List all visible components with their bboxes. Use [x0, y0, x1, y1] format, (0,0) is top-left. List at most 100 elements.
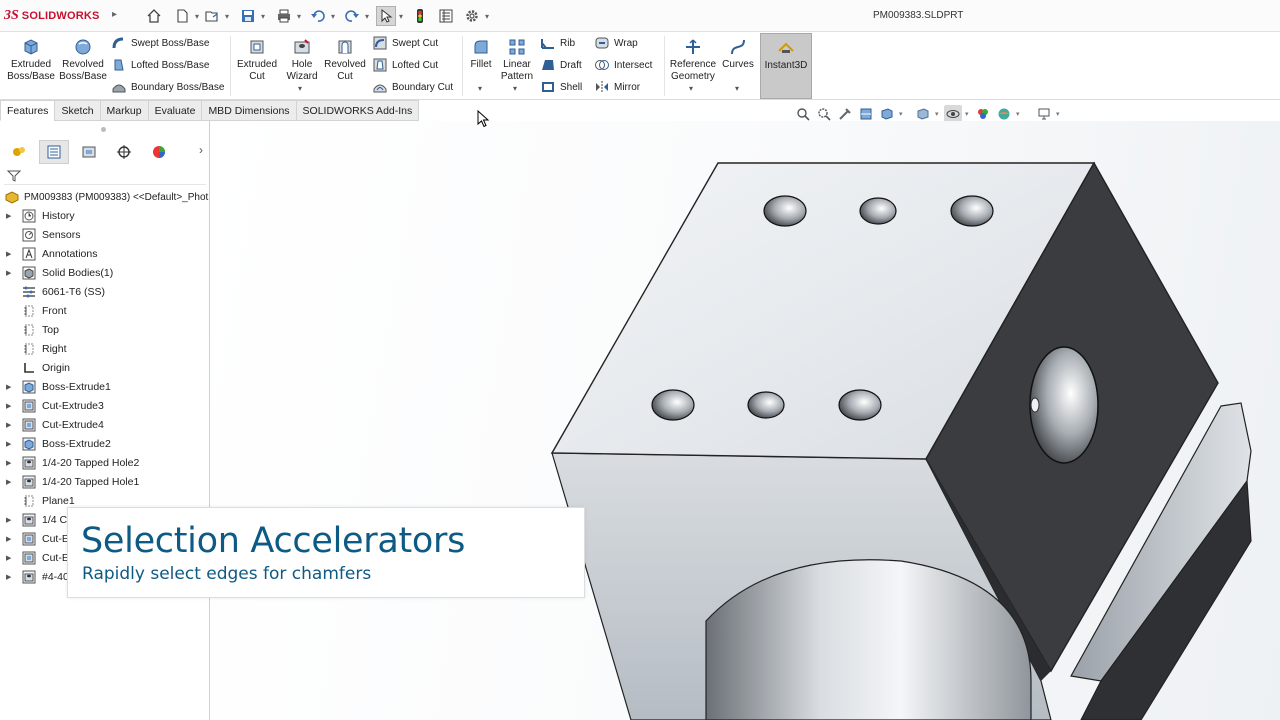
expand-arrow-icon[interactable]: ▶	[6, 421, 15, 429]
draft-button[interactable]: Draft	[540, 56, 582, 74]
tree-item[interactable]: Front	[0, 301, 210, 320]
tree-item[interactable]: ▶ Cut-Extrude3	[0, 396, 210, 415]
tree-item[interactable]: ▶ Boss-Extrude1	[0, 377, 210, 396]
panel-more-tabs-icon[interactable]: ›	[199, 143, 203, 157]
save-icon[interactable]	[238, 6, 258, 26]
tree-item[interactable]: ▶ Cut-Extrude4	[0, 415, 210, 434]
tree-item[interactable]: ▶ Boss-Extrude2	[0, 434, 210, 453]
expand-arrow-icon[interactable]: ▶	[6, 212, 15, 220]
display-style-dropdown-icon[interactable]: ▾	[935, 110, 941, 118]
lofted-boss-button[interactable]: Lofted Boss/Base	[111, 56, 209, 74]
tree-item[interactable]: ▶ Annotations	[0, 244, 210, 263]
expand-arrow-icon[interactable]: ▶	[6, 269, 15, 277]
tree-item[interactable]: Sensors	[0, 225, 210, 244]
solidworks-logo[interactable]: 3S SOLIDWORKS	[4, 8, 100, 24]
instant3d-button[interactable]: Instant3D	[760, 33, 812, 99]
tree-item[interactable]: ▶ 1/4-20 Tapped Hole1	[0, 472, 210, 491]
tab-features[interactable]: Features	[0, 100, 56, 121]
tab-sketch[interactable]: Sketch	[54, 100, 101, 121]
home-icon[interactable]	[144, 6, 164, 26]
options-dropdown-icon[interactable]: ▾	[482, 12, 492, 21]
save-dropdown-icon[interactable]: ▾	[258, 12, 268, 21]
curves-button[interactable]: Curves	[720, 34, 756, 71]
expand-arrow-icon[interactable]: ▶	[6, 516, 15, 524]
extruded-cut-button[interactable]: Extruded Cut	[234, 34, 280, 83]
extruded-boss-button[interactable]: Extruded Boss/Base	[6, 34, 56, 83]
fillet-dropdown-icon[interactable]: ▾	[478, 84, 482, 93]
view-orientation-dropdown-icon[interactable]: ▾	[899, 110, 905, 118]
expand-arrow-icon[interactable]: ▶	[6, 402, 15, 410]
curves-dropdown-icon[interactable]: ▾	[735, 84, 739, 93]
tree-item[interactable]: Origin	[0, 358, 210, 377]
fillet-button[interactable]: Fillet	[466, 34, 496, 71]
open-dropdown-icon[interactable]: ▾	[222, 12, 232, 21]
tree-item[interactable]: ▶ History	[0, 206, 210, 225]
swept-boss-button[interactable]: Swept Boss/Base	[111, 34, 209, 52]
open-icon[interactable]	[202, 6, 222, 26]
display-manager-tab-icon[interactable]	[144, 140, 174, 164]
shell-button[interactable]: Shell	[540, 78, 582, 96]
tapped-hole-side[interactable]	[1030, 397, 1040, 413]
tree-root-part[interactable]: PM009383 (PM009383) <<Default>_Phot	[4, 189, 209, 205]
select-dropdown-icon[interactable]: ▾	[396, 12, 406, 21]
expand-arrow-icon[interactable]: ▶	[6, 440, 15, 448]
expand-arrow-icon[interactable]: ▶	[6, 459, 15, 467]
undo-icon[interactable]	[308, 6, 328, 26]
hole-dropdown-icon[interactable]: ▾	[298, 84, 302, 93]
expand-arrow-icon[interactable]: ▶	[6, 573, 15, 581]
lofted-cut-button[interactable]: Lofted Cut	[372, 56, 438, 74]
configuration-manager-tab-icon[interactable]	[74, 140, 104, 164]
wrap-button[interactable]: Wrap	[594, 34, 638, 52]
rib-button[interactable]: Rib	[540, 34, 575, 52]
boundary-cut-button[interactable]: Boundary Cut	[372, 78, 453, 96]
tab-evaluate[interactable]: Evaluate	[147, 100, 203, 121]
redo-icon[interactable]	[342, 6, 362, 26]
panel-grip[interactable]	[101, 127, 106, 132]
file-properties-icon[interactable]	[436, 6, 456, 26]
linear-pattern-button[interactable]: Linear Pattern	[498, 34, 536, 83]
boundary-boss-button[interactable]: Boundary Boss/Base	[111, 78, 224, 96]
expand-arrow-icon[interactable]: ▶	[6, 554, 15, 562]
tree-item[interactable]: ▶ Solid Bodies(1)	[0, 263, 210, 282]
view-settings-dropdown-icon[interactable]: ▾	[1056, 110, 1062, 118]
print-dropdown-icon[interactable]: ▾	[294, 12, 304, 21]
undo-dropdown-icon[interactable]: ▾	[328, 12, 338, 21]
property-manager-tab-icon[interactable]	[39, 140, 69, 164]
expand-arrow-icon[interactable]: ▶	[6, 383, 15, 391]
tab-markup[interactable]: Markup	[99, 100, 149, 121]
swept-cut-button[interactable]: Swept Cut	[372, 34, 438, 52]
pattern-dropdown-icon[interactable]: ▾	[513, 84, 517, 93]
menu-expand-icon[interactable]: ▸	[112, 9, 117, 20]
redo-dropdown-icon[interactable]: ▾	[362, 12, 372, 21]
tab-addins[interactable]: SOLIDWORKS Add-Ins	[295, 100, 420, 121]
revolved-cut-button[interactable]: Revolved Cut	[322, 34, 368, 83]
hole-wizard-button[interactable]: Hole Wizard	[282, 34, 322, 83]
tree-item[interactable]: ▶ 1/4-20 Tapped Hole2	[0, 453, 210, 472]
revolved-boss-button[interactable]: Revolved Boss/Base	[58, 34, 108, 83]
feature-manager-tab-icon[interactable]	[4, 140, 34, 164]
tree-item[interactable]: 6061-T6 (SS)	[0, 282, 210, 301]
new-icon[interactable]	[172, 6, 192, 26]
rebuild-icon[interactable]	[410, 6, 430, 26]
print-icon[interactable]	[274, 6, 294, 26]
tree-item[interactable]: Right	[0, 339, 210, 358]
tab-mbd-dimensions[interactable]: MBD Dimensions	[201, 100, 297, 121]
scene-dropdown-icon[interactable]: ▾	[1016, 110, 1022, 118]
select-icon[interactable]	[376, 6, 396, 26]
tree-item[interactable]: Top	[0, 320, 210, 339]
hide-show-dropdown-icon[interactable]: ▾	[965, 110, 971, 118]
graphics-area[interactable]	[211, 121, 1280, 720]
reference-geometry-button[interactable]: Reference Geometry	[668, 34, 718, 83]
intersect-button[interactable]: Intersect	[594, 56, 652, 74]
reference-dropdown-icon[interactable]: ▾	[689, 84, 693, 93]
tree-filter-bar[interactable]	[4, 167, 206, 185]
new-dropdown-icon[interactable]: ▾	[192, 12, 202, 21]
dimxpert-manager-tab-icon[interactable]	[109, 140, 139, 164]
expand-arrow-icon[interactable]: ▶	[6, 478, 15, 486]
expand-arrow-icon[interactable]: ▶	[6, 250, 15, 258]
expand-arrow-icon[interactable]: ▶	[6, 535, 15, 543]
mirror-button[interactable]: Mirror	[594, 78, 640, 96]
side-bore[interactable]	[1029, 346, 1099, 464]
part-model[interactable]	[211, 121, 1280, 720]
options-icon[interactable]	[462, 6, 482, 26]
